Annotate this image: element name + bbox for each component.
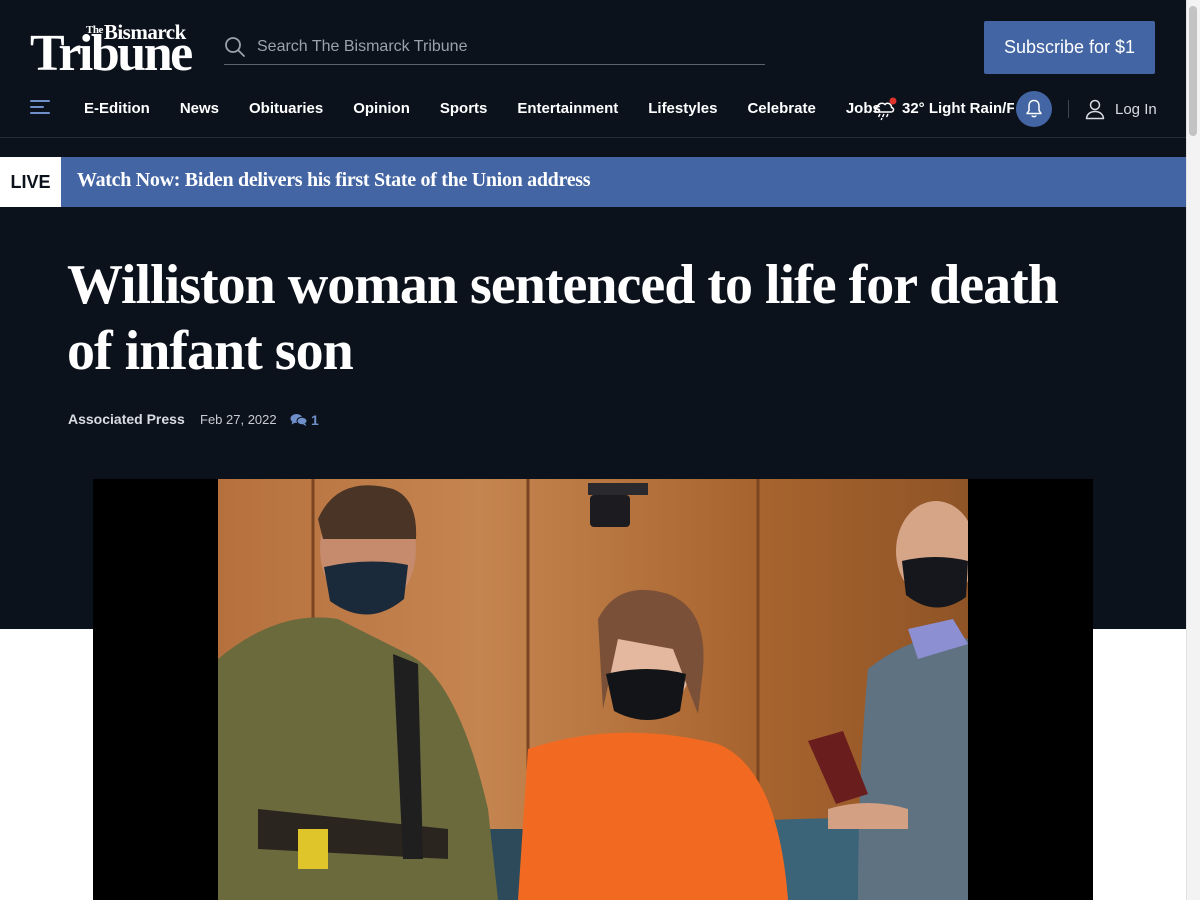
nav-item-lifestyles[interactable]: Lifestyles bbox=[648, 100, 717, 117]
nav-item-entertainment[interactable]: Entertainment bbox=[517, 100, 618, 117]
weather-widget[interactable]: 32° Light Rain/Fr bbox=[872, 97, 1014, 121]
nav-divider bbox=[1068, 100, 1069, 118]
live-tag: LIVE bbox=[0, 157, 61, 207]
nav-item-sports[interactable]: Sports bbox=[440, 100, 488, 117]
logo-big: Tribune bbox=[30, 25, 193, 82]
nav-divider-line bbox=[0, 137, 1186, 138]
subscribe-button[interactable]: Subscribe for $1 bbox=[984, 21, 1155, 74]
live-headline-link[interactable]: Watch Now: Biden delivers his first Stat… bbox=[77, 169, 591, 192]
nav-item-opinion[interactable]: Opinion bbox=[353, 100, 410, 117]
notifications-button[interactable] bbox=[1016, 91, 1052, 127]
bell-icon bbox=[1026, 99, 1042, 118]
login-label: Log In bbox=[1115, 101, 1157, 118]
site-logo[interactable]: TheBismarck Tribune bbox=[30, 20, 196, 82]
nav-item-news[interactable]: News bbox=[180, 100, 219, 117]
courtroom-photo-image bbox=[218, 479, 968, 900]
lead-photo[interactable] bbox=[218, 479, 968, 900]
lead-photo-frame bbox=[93, 479, 1093, 900]
comments-link[interactable]: 1 bbox=[290, 410, 330, 430]
article-date: Feb 27, 2022 bbox=[200, 412, 277, 427]
weather-rain-icon bbox=[874, 97, 897, 121]
comment-count: 1 bbox=[311, 412, 319, 428]
search-bar[interactable] bbox=[224, 32, 765, 65]
scrollbar-thumb[interactable] bbox=[1189, 6, 1197, 136]
live-banner[interactable]: LIVE Watch Now: Biden delivers his first… bbox=[0, 157, 1186, 207]
page-scrollbar[interactable] bbox=[1186, 0, 1200, 900]
hamburger-menu-icon[interactable] bbox=[30, 100, 50, 116]
article-author[interactable]: Associated Press bbox=[68, 411, 185, 427]
nav-item-celebrate[interactable]: Celebrate bbox=[747, 100, 815, 117]
weather-text: 32° Light Rain/Fr bbox=[902, 100, 1014, 117]
search-icon[interactable] bbox=[224, 36, 246, 58]
nav-item-e-edition[interactable]: E-Edition bbox=[84, 100, 150, 117]
nav-items: E-Edition News Obituaries Opinion Sports… bbox=[84, 100, 911, 117]
article-headline: Williston woman sentenced to life for de… bbox=[67, 254, 1059, 382]
nav-item-obituaries[interactable]: Obituaries bbox=[249, 100, 323, 117]
comment-icon bbox=[290, 414, 308, 426]
main-nav: E-Edition News Obituaries Opinion Sports… bbox=[0, 88, 1186, 130]
user-icon bbox=[1085, 99, 1105, 120]
search-input[interactable] bbox=[257, 35, 757, 59]
